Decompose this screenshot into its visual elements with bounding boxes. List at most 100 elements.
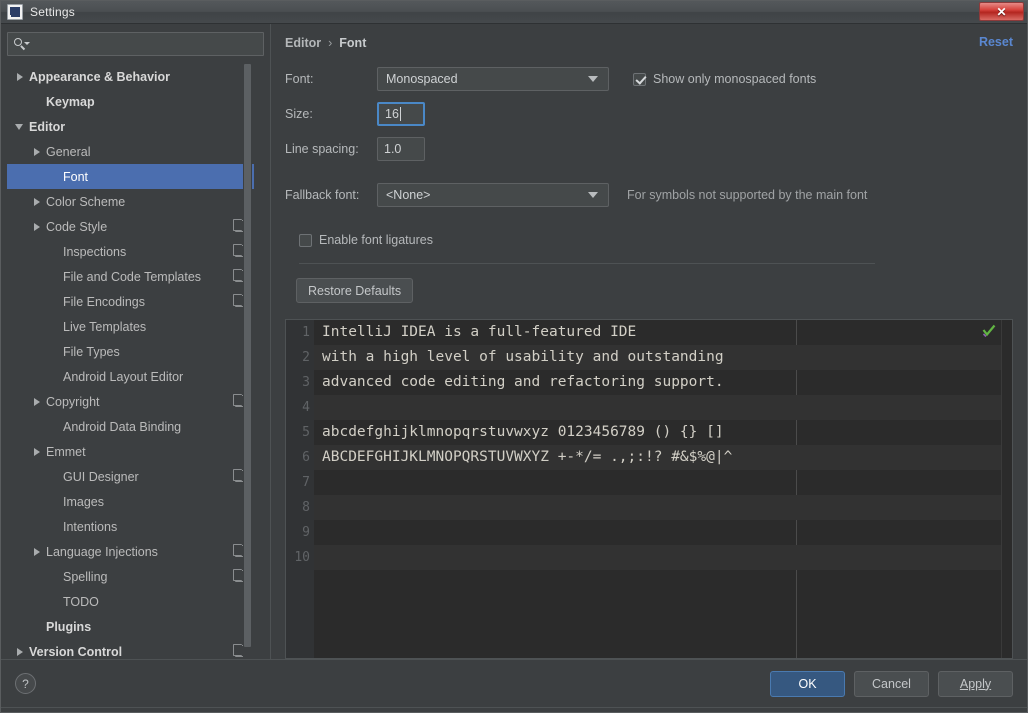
line-number: 5 — [302, 425, 310, 440]
settings-sidebar: Appearance & Behavior Keymap Editor General… — [1, 24, 270, 659]
size-row: Size: 16 — [285, 102, 1013, 126]
sidebar-item-label: File Encodings — [63, 294, 145, 309]
sidebar-item-keymap[interactable]: Keymap — [7, 89, 254, 114]
chevron-right-icon[interactable] — [30, 439, 46, 464]
chevron-down-icon[interactable] — [13, 114, 29, 139]
sidebar-item-file-encodings[interactable]: File Encodings — [7, 289, 254, 314]
section-divider — [299, 263, 875, 264]
chevron-right-icon[interactable] — [13, 64, 29, 89]
enable-ligatures-checkbox[interactable] — [299, 233, 312, 247]
fallback-font-label: Fallback font: — [285, 188, 360, 202]
apply-button[interactable]: Apply — [938, 670, 1013, 697]
sidebar-item-label: Inspections — [63, 244, 127, 259]
title-bar: Settings ✕ — [1, 1, 1027, 24]
breadcrumb-root[interactable]: Editor — [285, 36, 321, 50]
preview-code-line — [314, 395, 1012, 420]
sidebar-item-file-types[interactable]: File Types — [7, 339, 254, 364]
settings-dialog: Settings ✕ Appearance & Behavior Keymap Ed… — [0, 0, 1028, 713]
sidebar-item-label: Font — [63, 169, 89, 184]
chevron-right-icon[interactable] — [30, 389, 46, 414]
sidebar-item-label: Editor — [29, 119, 66, 134]
chevron-right-icon[interactable] — [13, 639, 29, 659]
ligatures-row: Enable font ligatures — [285, 233, 1013, 247]
sidebar-item-label: Code Style — [46, 219, 108, 234]
sidebar-item-todo[interactable]: TODO — [7, 589, 254, 614]
sidebar-item-general[interactable]: General — [7, 139, 254, 164]
settings-tree: Appearance & Behavior Keymap Editor General… — [7, 64, 254, 659]
line-number: 7 — [302, 475, 310, 490]
sidebar-item-label: Color Scheme — [46, 194, 126, 209]
sidebar-item-live-templates[interactable]: Live Templates — [7, 314, 254, 339]
chevron-down-icon — [588, 192, 598, 198]
sidebar-scrollbar-thumb[interactable] — [244, 64, 251, 647]
fallback-font-select[interactable]: <None> — [377, 183, 609, 207]
reset-link[interactable]: Reset — [979, 35, 1013, 49]
breadcrumb: Editor › Font — [285, 24, 1013, 56]
enable-ligatures-label: Enable font ligatures — [319, 233, 433, 247]
dialog-footer: ? OK Cancel Apply — [1, 659, 1027, 707]
sidebar-item-emmet[interactable]: Emmet — [7, 439, 254, 464]
sidebar-item-color-scheme[interactable]: Color Scheme — [7, 189, 254, 214]
cancel-button[interactable]: Cancel — [854, 670, 929, 697]
line-spacing-row: Line spacing: 1.0 — [285, 137, 1013, 161]
sidebar-item-plugins[interactable]: Plugins — [7, 614, 254, 639]
sidebar-item-code-style[interactable]: Code Style — [7, 214, 254, 239]
sidebar-item-images[interactable]: Images — [7, 489, 254, 514]
preview-scrollbar[interactable] — [1001, 320, 1012, 658]
sidebar-item-language-injections[interactable]: Language Injections — [7, 539, 254, 564]
sidebar-item-spelling[interactable]: Spelling — [7, 564, 254, 589]
sidebar-item-label: Android Data Binding — [63, 419, 182, 434]
restore-defaults-button[interactable]: Restore Defaults — [296, 278, 414, 303]
chevron-right-icon[interactable] — [30, 189, 46, 214]
preview-code-line — [314, 545, 1012, 570]
line-number: 10 — [294, 550, 310, 565]
sidebar-item-label: General — [46, 144, 91, 159]
sidebar-item-version-control[interactable]: Version Control — [7, 639, 254, 659]
sidebar-item-label: TODO — [63, 594, 99, 609]
restore-defaults-row: Restore Defaults — [285, 278, 1013, 303]
help-button[interactable]: ? — [15, 673, 36, 694]
dialog-body: Appearance & Behavior Keymap Editor General… — [1, 24, 1027, 659]
preview-code-line — [314, 470, 1012, 495]
sidebar-item-file-and-code-templates[interactable]: File and Code Templates — [7, 264, 254, 289]
preview-code-area[interactable]: IntelliJ IDEA is a full-featured IDE with… — [314, 320, 1012, 658]
sidebar-item-label: Appearance & Behavior — [29, 69, 171, 84]
chevron-right-icon[interactable] — [30, 214, 46, 239]
sidebar-item-label: Emmet — [46, 444, 86, 459]
line-spacing-value: 1.0 — [384, 142, 402, 156]
search-icon[interactable] — [14, 37, 30, 51]
sidebar-item-font[interactable]: Font — [7, 164, 254, 189]
font-family-select[interactable]: Monospaced — [377, 67, 609, 91]
sidebar-item-appearance-behavior[interactable]: Appearance & Behavior — [7, 64, 254, 89]
sidebar-item-android-layout-editor[interactable]: Android Layout Editor — [7, 364, 254, 389]
font-preview-editor[interactable]: 1 2 3 4 5 6 7 8 9 10 IntelliJ IDEA is a full-feat… — [285, 319, 1013, 659]
sidebar-item-label: Keymap — [46, 94, 95, 109]
search-box[interactable] — [7, 32, 264, 56]
sidebar-scrollbar-track[interactable] — [243, 64, 252, 659]
sidebar-item-intentions[interactable]: Intentions — [7, 514, 254, 539]
font-size-input[interactable]: 16 — [377, 102, 425, 126]
sidebar-item-inspections[interactable]: Inspections — [7, 239, 254, 264]
sidebar-item-gui-designer[interactable]: GUI Designer — [7, 464, 254, 489]
sidebar-item-copyright[interactable]: Copyright — [7, 389, 254, 414]
chevron-right-icon[interactable] — [30, 139, 46, 164]
search-input[interactable] — [30, 37, 263, 51]
sidebar-item-editor[interactable]: Editor — [7, 114, 254, 139]
show-monospaced-label: Show only monospaced fonts — [653, 72, 817, 86]
show-monospaced-checkbox[interactable] — [633, 72, 646, 86]
sidebar-item-label: Intentions — [63, 519, 118, 534]
sidebar-item-label: Android Layout Editor — [63, 369, 184, 384]
line-spacing-input[interactable]: 1.0 — [377, 137, 425, 161]
close-icon[interactable]: ✕ — [979, 2, 1024, 21]
ok-button[interactable]: OK — [770, 670, 845, 697]
sidebar-item-android-data-binding[interactable]: Android Data Binding — [7, 414, 254, 439]
preview-code-line: IntelliJ IDEA is a full-featured IDE — [322, 324, 637, 340]
chevron-right-icon[interactable] — [30, 539, 46, 564]
green-checkmark-icon[interactable] — [982, 324, 996, 338]
line-number: 2 — [302, 350, 310, 365]
